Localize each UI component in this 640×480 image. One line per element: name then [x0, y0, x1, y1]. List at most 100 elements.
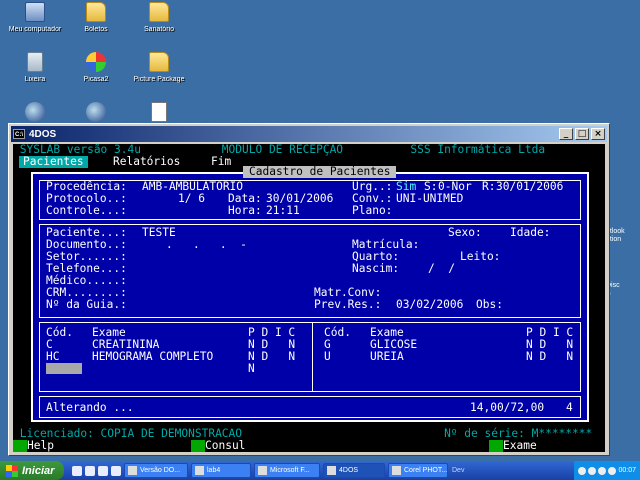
r-label: R:: [482, 180, 496, 193]
exams-panel: Cód. Exame P D I C C CREATININA N D N HC…: [39, 322, 581, 392]
totals-value: 14,00/72,00: [470, 401, 545, 414]
console-app-icon[interactable]: C:\: [13, 129, 25, 139]
corel-icon: [392, 466, 401, 475]
console-window: C:\ 4DOS _ □ × SYSLAB versão 3.4u MODULO…: [8, 123, 610, 456]
controle-label: Controle...:: [46, 204, 127, 217]
desktop-icon-picture-package[interactable]: Picture Package: [124, 52, 194, 83]
task-button-active[interactable]: 4DOS: [323, 463, 385, 478]
task-button[interactable]: lab4: [191, 463, 251, 478]
exam-left-cod[interactable]: HC: [46, 351, 59, 363]
exam-right-cod[interactable]: U: [324, 351, 331, 363]
recycle-bin-icon: [27, 52, 43, 72]
obs-label: Obs:: [476, 298, 503, 311]
exam-input-cursor[interactable]: [46, 363, 82, 374]
cadastro-dialog: Cadastro de Pacientes Procedência: AMB-A…: [31, 166, 589, 422]
help-key-f10[interactable]: [489, 440, 503, 452]
ie-icon[interactable]: [72, 465, 82, 476]
maximize-button[interactable]: □: [575, 128, 589, 140]
desktop-side-label-outlook: utlook ation: [606, 228, 625, 243]
taskbar: Iniciar Versão DO... lab4 Microsoft F...…: [0, 461, 640, 480]
help-bar: Help Consul Exame: [13, 440, 605, 452]
exam-right-name[interactable]: UREIA: [370, 351, 404, 363]
nascim-field[interactable]: / /: [428, 263, 455, 275]
close-button[interactable]: ×: [591, 128, 605, 140]
dialog-title: Cadastro de Pacientes: [243, 166, 397, 178]
hora-field[interactable]: 21:11: [266, 205, 300, 217]
desktop-icon-boletos[interactable]: Boletos: [61, 2, 131, 33]
desktop-icon-label: Boletos: [84, 26, 108, 33]
toolbar-label[interactable]: Dev: [452, 467, 464, 474]
exam-left-flags[interactable]: N D N: [248, 351, 295, 363]
start-label: Iniciar: [22, 464, 55, 477]
tray-icon[interactable]: [608, 466, 617, 475]
prev-res-label: Prev.Res.:: [314, 298, 382, 311]
task-icon: [258, 466, 267, 475]
desktop-icon-label: Lixeira: [24, 76, 46, 83]
r-field[interactable]: 30/01/2006: [496, 181, 563, 193]
media-icon[interactable]: [111, 465, 121, 476]
browser-icon: [86, 102, 106, 122]
help-key-f2[interactable]: [191, 440, 205, 452]
exams-divider: [312, 323, 313, 391]
help-button[interactable]: Help: [27, 440, 54, 452]
sexo-label: Sexo:: [448, 226, 482, 239]
nascim-label: Nascim:: [352, 262, 400, 275]
prev-res-field[interactable]: 03/02/2006: [396, 299, 463, 311]
folder-icon: [195, 466, 204, 475]
conv-field[interactable]: UNI-UNIMED: [396, 193, 463, 205]
desktop-icon-label: Picture Package: [133, 76, 185, 83]
window-title: 4DOS: [29, 128, 57, 140]
system-tray: 00:07: [574, 461, 640, 480]
menu-item-pacientes[interactable]: Pacientes: [19, 156, 88, 168]
exame-button[interactable]: Exame: [503, 440, 537, 452]
network-icon: [25, 102, 45, 122]
guia-label: Nº da Guia.:: [46, 298, 127, 311]
menu-item-relatorios[interactable]: Relatórios: [109, 156, 184, 168]
task-button[interactable]: Versão DO...: [124, 463, 188, 478]
documento-field[interactable]: . . . -: [166, 239, 247, 251]
desktop-icon-my-computer[interactable]: Meu computador: [0, 2, 70, 33]
tray-icon[interactable]: [598, 466, 607, 475]
desktop-icon-picasa[interactable]: Picasa2: [61, 52, 131, 83]
patient-panel: Paciente...: TESTE Documento..: . . . - …: [39, 224, 581, 318]
consul-button[interactable]: Consul: [205, 440, 245, 452]
document-icon: [151, 102, 167, 122]
protocolo-field[interactable]: 1/ 6: [178, 193, 205, 205]
exam-left-flags[interactable]: N: [248, 363, 255, 375]
desktop-icon-label: Sanatório: [144, 26, 174, 33]
desktop-icon-sanatorio[interactable]: Sanatório: [124, 2, 194, 33]
task-button[interactable]: Corel PHOT...: [388, 463, 448, 478]
exam-left-name[interactable]: HEMOGRAMA COMPLETO: [92, 351, 213, 363]
exam-right-flags[interactable]: N D N: [526, 351, 573, 363]
console-icon: [327, 466, 336, 475]
task-icon: [128, 466, 137, 475]
header-panel: Procedência: AMB-AMBULATORIO Protocolo..…: [39, 180, 581, 220]
start-button[interactable]: Iniciar: [0, 461, 64, 480]
folder-icon: [149, 52, 169, 72]
windows-logo-icon: [6, 464, 18, 477]
status-text: Alterando ...: [46, 401, 134, 414]
console-screen[interactable]: SYSLAB versão 3.4u MODULO DE RECEPÇÃO SS…: [13, 144, 605, 452]
desktop-side-label-disc: DiscS: [606, 282, 620, 297]
tray-icon[interactable]: [588, 466, 597, 475]
menu-item-fim[interactable]: Fim: [207, 156, 235, 168]
task-button[interactable]: Microsoft F...: [254, 463, 320, 478]
minimize-button[interactable]: _: [559, 128, 573, 140]
word-icon[interactable]: [85, 465, 95, 476]
window-titlebar[interactable]: C:\ 4DOS _ □ ×: [11, 126, 607, 142]
picasa-icon: [86, 52, 106, 72]
desktop-icon-label: Picasa2: [83, 76, 109, 83]
desktop-icon-label: Meu computador: [8, 26, 62, 33]
desktop-icon-lixeira[interactable]: Lixeira: [0, 52, 70, 83]
idade-label: Idade:: [510, 226, 551, 239]
folder-icon: [149, 2, 169, 22]
help-key-f1[interactable]: [13, 440, 27, 452]
app-header-line: SYSLAB versão 3.4u MODULO DE RECEPÇÃO SS…: [13, 144, 605, 156]
tray-icon[interactable]: [578, 466, 587, 475]
folder-icon: [86, 2, 106, 22]
computer-icon: [25, 2, 45, 22]
leito-label: Leito:: [460, 250, 501, 263]
hora-label: Hora:: [228, 204, 262, 217]
clock[interactable]: 00:07: [618, 467, 636, 474]
desktop-icon[interactable]: [98, 465, 108, 476]
